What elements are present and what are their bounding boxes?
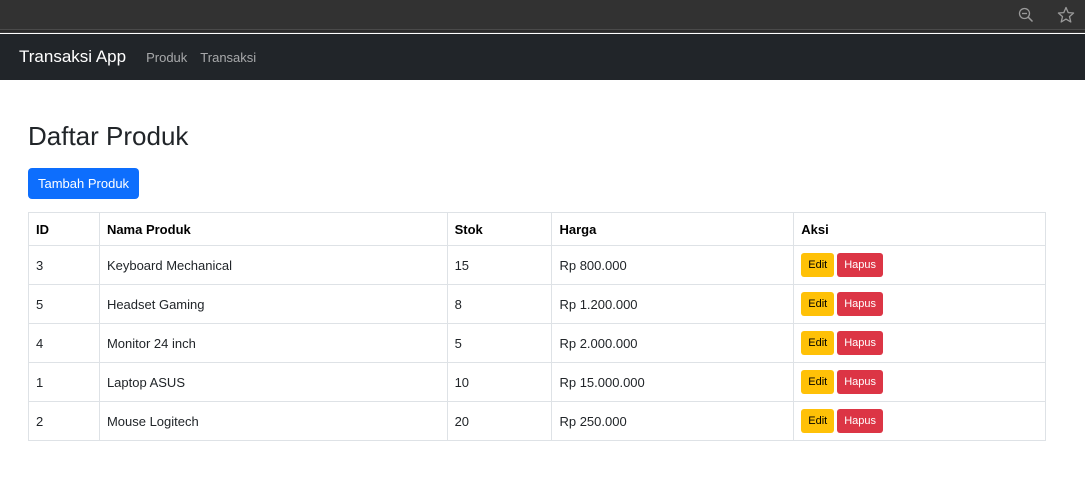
cell-id: 1: [28, 362, 100, 402]
cell-name: Laptop ASUS: [98, 362, 448, 402]
delete-button[interactable]: Hapus: [837, 253, 883, 277]
cell-stok: 20: [446, 401, 553, 441]
delete-button[interactable]: Hapus: [837, 409, 883, 433]
cell-aksi: Edit Hapus: [793, 362, 1046, 402]
cell-name: Mouse Logitech: [98, 401, 448, 441]
address-bar-strip: [0, 0, 1085, 30]
header-harga: Harga: [551, 212, 795, 246]
table-header-row: ID Nama Produk Stok Harga Aksi: [28, 212, 1046, 246]
header-name: Nama Produk: [98, 212, 448, 246]
cell-name: Monitor 24 inch: [98, 323, 448, 363]
nav-link-produk[interactable]: Produk: [146, 50, 187, 65]
main-content: Daftar Produk Tambah Produk ID Nama Prod…: [28, 80, 1046, 441]
edit-button[interactable]: Edit: [801, 253, 835, 277]
navbar-brand[interactable]: Transaksi App: [19, 47, 126, 67]
page-title: Daftar Produk: [28, 121, 189, 151]
cell-harga: Rp 2.000.000: [551, 323, 795, 363]
bookmark-star-icon[interactable]: [1057, 6, 1075, 24]
cell-aksi: Edit Hapus: [793, 284, 1046, 324]
cell-name: Keyboard Mechanical: [98, 245, 448, 285]
edit-button[interactable]: Edit: [801, 409, 835, 433]
edit-button[interactable]: Edit: [801, 292, 835, 316]
cell-harga: Rp 800.000: [551, 245, 795, 285]
cell-id: 5: [28, 284, 100, 324]
cell-aksi: Edit Hapus: [793, 245, 1046, 285]
header-aksi: Aksi: [793, 212, 1046, 246]
table-row: 1 Laptop ASUS 10 Rp 15.000.000 Edit Hapus: [28, 362, 1046, 402]
cell-aksi: Edit Hapus: [793, 401, 1046, 441]
navbar: Transaksi App Produk Transaksi: [0, 34, 1085, 80]
cell-harga: Rp 1.200.000: [551, 284, 795, 324]
table-row: 2 Mouse Logitech 20 Rp 250.000 Edit Hapus: [28, 401, 1046, 441]
cell-stok: 5: [446, 323, 553, 363]
header-stok: Stok: [446, 212, 553, 246]
table-row: 4 Monitor 24 inch 5 Rp 2.000.000 Edit Hap…: [28, 323, 1046, 363]
cell-stok: 10: [446, 362, 553, 402]
products-table: ID Nama Produk Stok Harga Aksi 3 Keyboar…: [28, 212, 1046, 441]
cell-id: 4: [28, 323, 100, 363]
delete-button[interactable]: Hapus: [837, 292, 883, 316]
header-id: ID: [28, 212, 100, 246]
cell-stok: 8: [446, 284, 553, 324]
cell-aksi: Edit Hapus: [793, 323, 1046, 363]
edit-button[interactable]: Edit: [801, 370, 835, 394]
delete-button[interactable]: Hapus: [837, 331, 883, 355]
cell-id: 3: [28, 245, 100, 285]
cell-stok: 15: [446, 245, 553, 285]
zoom-out-icon[interactable]: [1017, 6, 1035, 24]
add-product-button[interactable]: Tambah Produk: [28, 168, 140, 199]
cell-id: 2: [28, 401, 100, 441]
delete-button[interactable]: Hapus: [837, 370, 883, 394]
table-row: 3 Keyboard Mechanical 15 Rp 800.000 Edit…: [28, 245, 1046, 285]
table-row: 5 Headset Gaming 8 Rp 1.200.000 Edit Hapu…: [28, 284, 1046, 324]
edit-button[interactable]: Edit: [801, 331, 835, 355]
browser-toolbar: [0, 0, 1085, 33]
cell-name: Headset Gaming: [98, 284, 448, 324]
cell-harga: Rp 250.000: [551, 401, 795, 441]
nav-link-transaksi[interactable]: Transaksi: [200, 50, 256, 65]
cell-harga: Rp 15.000.000: [551, 362, 795, 402]
